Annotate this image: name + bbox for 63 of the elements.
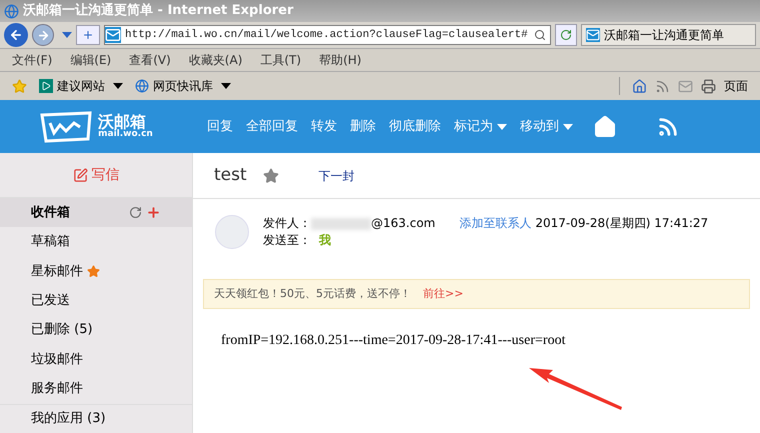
feed-icon[interactable] bbox=[655, 78, 670, 94]
to-label: 发送至： bbox=[263, 232, 311, 249]
caret-icon bbox=[497, 124, 507, 130]
sender-address: @163.com bbox=[371, 215, 436, 232]
pen-icon bbox=[72, 168, 88, 183]
compatibility-button[interactable] bbox=[76, 25, 100, 45]
add-icon[interactable] bbox=[146, 205, 161, 220]
menu-item[interactable]: 文件(F) bbox=[12, 51, 52, 69]
feed-icon[interactable] bbox=[657, 116, 679, 138]
logo-icon bbox=[40, 110, 94, 142]
bing-icon bbox=[39, 79, 53, 93]
folder-item[interactable]: 垃圾邮件 bbox=[0, 344, 192, 374]
globe-icon bbox=[4, 4, 19, 18]
envelope-icon bbox=[586, 28, 600, 42]
plus-icon bbox=[82, 29, 94, 41]
forward-button[interactable] bbox=[32, 24, 54, 46]
caret-icon bbox=[563, 124, 573, 130]
folder-item[interactable]: 已删除 (5) bbox=[0, 315, 192, 345]
window-title: 沃邮箱一让沟通更简单 - Internet Explorer bbox=[23, 2, 294, 20]
search-icon bbox=[534, 29, 546, 41]
star-icon[interactable] bbox=[262, 168, 279, 184]
menu-item[interactable]: 编辑(E) bbox=[70, 51, 112, 69]
refresh-button[interactable] bbox=[555, 24, 577, 46]
envelope-icon bbox=[105, 27, 121, 43]
folder-item[interactable]: 服务邮件 bbox=[0, 374, 192, 404]
menu-item[interactable]: 帮助(H) bbox=[319, 51, 362, 69]
promo-link[interactable]: 前往>> bbox=[423, 286, 464, 302]
forward-arrow-icon bbox=[36, 28, 50, 42]
folder-item[interactable]: 草稿箱 bbox=[0, 227, 192, 257]
recipient: 我 bbox=[319, 232, 331, 249]
message-body: fromIP=192.168.0.251---time=2017-09-28-17:41---user=root bbox=[220, 332, 566, 350]
add-contact-link[interactable]: 添加至联系人 bbox=[459, 215, 532, 232]
menu-item[interactable]: 查看(V) bbox=[129, 51, 171, 69]
folder-item[interactable]: 收件箱 bbox=[0, 198, 192, 228]
favorites-link[interactable]: 建议网站 bbox=[39, 77, 123, 95]
printer-icon[interactable] bbox=[701, 78, 716, 94]
logo-text: 沃邮箱 bbox=[98, 114, 146, 130]
menu-item[interactable]: 工具(T) bbox=[260, 51, 302, 69]
back-button[interactable] bbox=[4, 23, 28, 47]
star-icon bbox=[87, 264, 100, 278]
browser-tab[interactable]: 沃邮箱一让沟通更简单 bbox=[581, 24, 756, 46]
next-message-link[interactable]: 下一封 bbox=[318, 166, 355, 184]
caret-icon bbox=[113, 83, 123, 89]
home-icon[interactable] bbox=[593, 114, 617, 138]
logo-domain: mail.wo.cn bbox=[98, 130, 153, 139]
page-menu[interactable]: 页面 bbox=[724, 77, 748, 95]
avatar bbox=[215, 215, 249, 249]
promo-text: 天天领红包！50元、5元话费，送不停！ bbox=[214, 286, 411, 302]
globe-icon bbox=[135, 79, 149, 93]
refresh-icon bbox=[560, 29, 572, 41]
folder-item[interactable]: 我的应用 (3) bbox=[0, 404, 192, 433]
folder-item[interactable]: 星标邮件 bbox=[0, 256, 192, 286]
refresh-icon[interactable] bbox=[129, 206, 142, 220]
blurred-name bbox=[311, 218, 371, 230]
address-field[interactable]: http://mail.wo.cn/mail/welcome.action?clauseFlag=clausealert# bbox=[104, 25, 551, 45]
from-label: 发件人： bbox=[263, 215, 311, 232]
menu-item[interactable]: 收藏夹(A) bbox=[188, 51, 242, 69]
caret-icon bbox=[221, 83, 231, 89]
message-subject: test bbox=[214, 164, 247, 187]
home-icon[interactable] bbox=[632, 78, 647, 94]
favorites-link[interactable]: 网页快讯库 bbox=[135, 77, 231, 95]
folder-item[interactable]: 已发送 bbox=[0, 286, 192, 316]
message-date: 2017-09-28(星期四) 17:41:27 bbox=[535, 215, 708, 232]
